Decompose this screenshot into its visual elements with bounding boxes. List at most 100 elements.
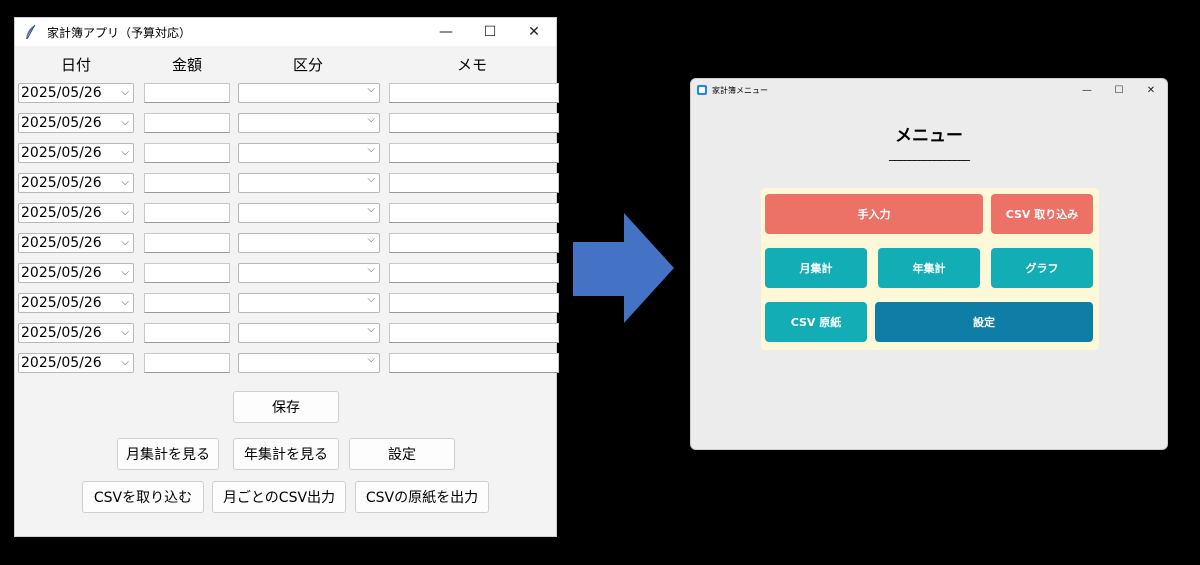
date-select[interactable]: 2025/05/26 ⌵ — [18, 83, 134, 103]
amount-input[interactable] — [144, 113, 230, 133]
menu-heading: メニュー — [895, 126, 963, 146]
date-value: 2025/05/26 — [21, 175, 102, 191]
chevron-down-icon: ⌵ — [367, 204, 375, 215]
memo-input[interactable] — [389, 203, 559, 223]
date-value: 2025/05/26 — [21, 235, 102, 251]
amount-input[interactable] — [144, 203, 230, 223]
window-title: 家計簿アプリ（予算対応） — [47, 25, 192, 40]
entry-row: 2025/05/26 ⌵ ⌵ — [15, 263, 559, 285]
memo-input[interactable] — [389, 113, 559, 133]
date-select[interactable]: 2025/05/26 ⌵ — [18, 293, 134, 313]
chevron-down-icon: ⌵ — [121, 237, 129, 248]
memo-input[interactable] — [389, 263, 559, 283]
memo-input[interactable] — [389, 293, 559, 313]
close-button[interactable]: ✕ — [512, 18, 556, 46]
heading-underline: ________________ — [889, 147, 970, 161]
date-value: 2025/05/26 — [21, 355, 102, 371]
date-value: 2025/05/26 — [21, 85, 102, 101]
csv-import-button[interactable]: CSV 取り込み — [991, 194, 1093, 234]
chevron-down-icon: ⌵ — [121, 177, 129, 188]
category-select[interactable]: ⌵ — [238, 293, 380, 313]
chevron-down-icon: ⌵ — [121, 117, 129, 128]
memo-input[interactable] — [389, 143, 559, 163]
memo-input[interactable] — [389, 353, 559, 373]
entry-row: 2025/05/26 ⌵ ⌵ — [15, 323, 559, 345]
amount-input[interactable] — [144, 323, 230, 343]
monthly-summary-button[interactable]: 月集計 — [765, 248, 867, 288]
date-value: 2025/05/26 — [21, 295, 102, 311]
yearly-summary-button[interactable]: 年集計を見る — [233, 438, 339, 470]
chevron-down-icon: ⌵ — [121, 327, 129, 338]
chevron-down-icon: ⌵ — [121, 147, 129, 158]
budget-app-window: 家計簿アプリ（予算対応） — ☐ ✕ 日付 金額 区分 メモ 2025/05/2… — [14, 17, 559, 537]
settings-button[interactable]: 設定 — [875, 302, 1093, 342]
memo-input[interactable] — [389, 83, 559, 103]
category-select[interactable]: ⌵ — [238, 353, 380, 373]
amount-input[interactable] — [144, 173, 230, 193]
feather-icon — [26, 24, 36, 40]
date-select[interactable]: 2025/05/26 ⌵ — [18, 173, 134, 193]
minimize-button[interactable]: — — [424, 18, 468, 46]
settings-button[interactable]: 設定 — [349, 438, 455, 470]
category-select[interactable]: ⌵ — [238, 233, 380, 253]
header-date: 日付 — [61, 56, 92, 74]
right-arrow-icon — [573, 213, 674, 323]
chevron-down-icon: ⌵ — [367, 174, 375, 185]
date-select[interactable]: 2025/05/26 ⌵ — [18, 143, 134, 163]
title-bar: 家計簿アプリ（予算対応） — ☐ ✕ — [15, 18, 556, 46]
date-select[interactable]: 2025/05/26 ⌵ — [18, 233, 134, 253]
entry-row: 2025/05/26 ⌵ ⌵ — [15, 203, 559, 225]
date-select[interactable]: 2025/05/26 ⌵ — [18, 353, 134, 373]
close-button[interactable]: ✕ — [1135, 85, 1167, 96]
category-select[interactable]: ⌵ — [238, 323, 380, 343]
yearly-summary-button[interactable]: 年集計 — [878, 248, 980, 288]
date-select[interactable]: 2025/05/26 ⌵ — [18, 113, 134, 133]
window-title: 家計簿メニュー — [712, 85, 768, 95]
amount-input[interactable] — [144, 233, 230, 253]
chevron-down-icon: ⌵ — [367, 234, 375, 245]
csv-template-button[interactable]: CSVの原紙を出力 — [355, 481, 489, 513]
date-select[interactable]: 2025/05/26 ⌵ — [18, 323, 134, 343]
entry-row: 2025/05/26 ⌵ ⌵ — [15, 173, 559, 195]
memo-input[interactable] — [389, 173, 559, 193]
entry-row: 2025/05/26 ⌵ ⌵ — [15, 293, 559, 315]
date-select[interactable]: 2025/05/26 ⌵ — [18, 203, 134, 223]
amount-input[interactable] — [144, 83, 230, 103]
memo-input[interactable] — [389, 323, 559, 343]
category-select[interactable]: ⌵ — [238, 263, 380, 283]
monthly-csv-export-button[interactable]: 月ごとのCSV出力 — [212, 481, 346, 513]
graph-button[interactable]: グラフ — [991, 248, 1093, 288]
date-select[interactable]: 2025/05/26 ⌵ — [18, 263, 134, 283]
entry-row: 2025/05/26 ⌵ ⌵ — [15, 143, 559, 165]
chevron-down-icon: ⌵ — [121, 207, 129, 218]
amount-input[interactable] — [144, 263, 230, 283]
menu-button-panel: 手入力 CSV 取り込み 月集計 年集計 グラフ CSV 原紙 設定 — [761, 188, 1099, 350]
chevron-down-icon: ⌵ — [121, 87, 129, 98]
chevron-down-icon: ⌵ — [367, 294, 375, 305]
chevron-down-icon: ⌵ — [121, 357, 129, 368]
amount-input[interactable] — [144, 143, 230, 163]
monthly-summary-button[interactable]: 月集計を見る — [117, 438, 219, 470]
csv-template-button[interactable]: CSV 原紙 — [765, 302, 867, 342]
category-select[interactable]: ⌵ — [238, 143, 380, 163]
chevron-down-icon: ⌵ — [121, 267, 129, 278]
import-csv-button[interactable]: CSVを取り込む — [82, 481, 204, 513]
category-select[interactable]: ⌵ — [238, 83, 380, 103]
category-select[interactable]: ⌵ — [238, 173, 380, 193]
maximize-button[interactable]: ☐ — [1103, 85, 1135, 96]
memo-input[interactable] — [389, 233, 559, 253]
title-bar: 家計簿メニュー — ☐ ✕ — [691, 79, 1167, 101]
save-button[interactable]: 保存 — [233, 391, 339, 423]
manual-input-button[interactable]: 手入力 — [765, 194, 983, 234]
category-select[interactable]: ⌵ — [238, 113, 380, 133]
amount-input[interactable] — [144, 353, 230, 373]
app-icon — [697, 85, 707, 95]
amount-input[interactable] — [144, 293, 230, 313]
date-value: 2025/05/26 — [21, 205, 102, 221]
chevron-down-icon: ⌵ — [367, 354, 375, 365]
minimize-button[interactable]: — — [1071, 85, 1103, 96]
column-headers: 日付 金額 区分 メモ — [15, 54, 556, 76]
maximize-button[interactable]: ☐ — [468, 18, 512, 46]
category-select[interactable]: ⌵ — [238, 203, 380, 223]
chevron-down-icon: ⌵ — [367, 144, 375, 155]
